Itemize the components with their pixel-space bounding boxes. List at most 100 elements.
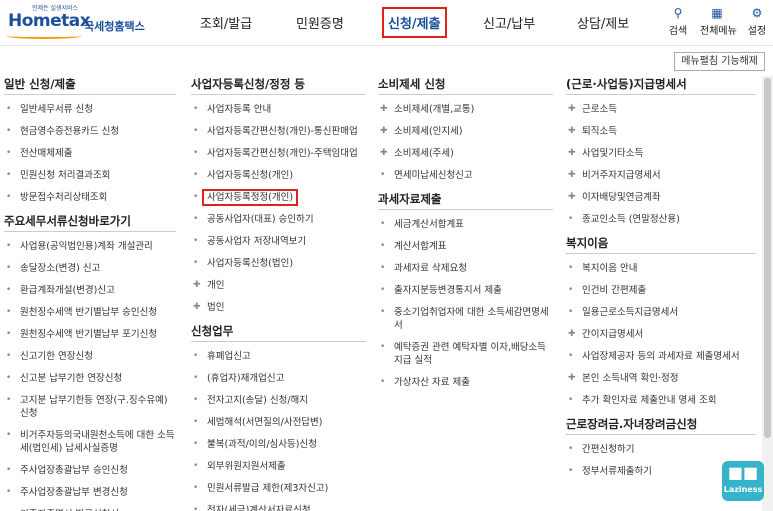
menu-item[interactable]: • 휴폐업신고	[191, 350, 366, 363]
menu-item[interactable]: • 복지이음 안내	[566, 262, 756, 275]
expand-plus-icon: ✚	[568, 126, 576, 136]
menu-item-label: 주사업장총괄납부 변경신청	[20, 487, 128, 498]
menu-item[interactable]: • 민원서류발급 제한(제3자신고)	[191, 482, 366, 495]
menu-item[interactable]: • 환급계좌개설(변경)신고	[4, 284, 176, 297]
menu-item-label: (휴업자)재개업신고	[207, 373, 285, 384]
menu-item[interactable]: ✚ 본인 소득내역 확인·정정	[566, 372, 756, 385]
nav-report-payment[interactable]: 신고/납부	[483, 13, 535, 32]
bullet-dot-icon: •	[6, 192, 12, 202]
menu-item[interactable]: • 공동사업자 저장내역보기	[191, 235, 366, 248]
menu-item-label: 신고기한 연장신청	[20, 351, 93, 362]
menu-item-label: 중소기업취업자에 대한 소득세감면명세서	[394, 307, 549, 331]
nav-civil-certificate[interactable]: 민원증명	[296, 13, 344, 32]
laziness-widget-button[interactable]: ■■ Laziness	[722, 461, 764, 501]
menu-item[interactable]: • 비거주자등의국내원천소득에 대한 소득세(법인세) 납세사실증명	[4, 429, 176, 455]
menu-item[interactable]: • 일용근로소득지급명세서	[566, 306, 756, 319]
bullet-dot-icon: •	[193, 439, 199, 449]
section-title: 일반 신청/제출	[4, 76, 176, 95]
menu-item[interactable]: • 사업자등록신청(개인)	[191, 169, 366, 182]
bullet-dot-icon: •	[380, 285, 386, 295]
menu-item[interactable]: ✚ 이자배당및연금계좌	[566, 191, 756, 204]
menu-item[interactable]: • 외부위원지원서제출	[191, 460, 366, 473]
menu-item[interactable]: ✚ 소비제세(인지세)	[378, 125, 553, 138]
menu-item[interactable]: • 종교인소득 (연말정산용)	[566, 213, 756, 226]
all-menu-button[interactable]: ▦ 전체메뉴	[700, 6, 737, 37]
menu-item[interactable]: • 민원신청 처리결과조회	[4, 169, 176, 182]
menu-item[interactable]: • 사업자등록간편신청(개인)-통신판매업	[191, 125, 366, 138]
menu-item-label: 가상자산 자료 제출	[394, 377, 470, 388]
bullet-dot-icon: •	[6, 329, 12, 339]
menu-item[interactable]: • 면세미납세신청신고	[378, 169, 553, 182]
menu-item[interactable]: • 방문접수처리상태조회	[4, 191, 176, 204]
menu-item[interactable]: • 일반세무서류 신청	[4, 103, 176, 116]
menu-item[interactable]: ✚ 소비제세(주세)	[378, 147, 553, 160]
menu-item[interactable]: • (휴업자)재개업신고	[191, 372, 366, 385]
menu-item[interactable]: ✚ 퇴직소득	[566, 125, 756, 138]
menu-item[interactable]: • 사업자등록신청(법인)	[191, 257, 366, 270]
menu-item[interactable]: • 송달장소(변경) 신고	[4, 262, 176, 275]
bullet-dot-icon: •	[6, 170, 12, 180]
menu-item-label: 사업및기타소득	[582, 148, 644, 159]
menu-item[interactable]: ✚ 근로소득	[566, 103, 756, 116]
settings-button[interactable]: ⚙ 설정	[742, 6, 772, 37]
menu-item[interactable]: • 전산매체제출	[4, 147, 176, 160]
menu-item[interactable]: • 세금계산서합계표	[378, 218, 553, 231]
menu-item[interactable]: • 공동사업자(대표) 승인하기	[191, 213, 366, 226]
bullet-dot-icon: •	[193, 258, 199, 268]
menu-item[interactable]: • 사업장제공자 등의 과세자료 제출명세서	[566, 350, 756, 363]
menu-item[interactable]: • 전자고지(송달) 신청/해지	[191, 394, 366, 407]
menu-item[interactable]: • 간편신청하기	[566, 443, 756, 456]
menu-item[interactable]: • 사업자등록간편신청(개인)-주택임대업	[191, 147, 366, 160]
menu-item[interactable]: • 전자(세금)계산서자료신청	[191, 504, 366, 511]
nav-application-submission[interactable]: 신청/제출	[382, 7, 447, 38]
menu-item[interactable]: • 현금영수증전용카드 신청	[4, 125, 176, 138]
menu-expand-toggle-button[interactable]: 메뉴펼침 기능해제	[674, 52, 765, 71]
menu-item[interactable]: ✚ 비거주자지급명세서	[566, 169, 756, 182]
menu-item-highlighted[interactable]: • 사업자등록정정(개인)	[191, 189, 366, 206]
menu-item[interactable]: • 세법해석(서면질의/사전답변)	[191, 416, 366, 429]
menu-item[interactable]: • 주사업장총괄납부 변경신청	[4, 486, 176, 499]
column-consumption-tax: 소비제세 신청 ✚ 소비제세(개별,교통) ✚ 소비제세(인지세) ✚ 소비제세(주세) •…	[378, 76, 553, 398]
search-icon: ⚲	[673, 6, 683, 20]
menu-item-label: 방문접수처리상태조회	[20, 192, 108, 203]
menu-item[interactable]: ✚ 사업및기타소득	[566, 147, 756, 160]
menu-item[interactable]: • 사업자등록 안내	[191, 103, 366, 116]
menu-item[interactable]: • 주사업장총괄납부 승인신청	[4, 464, 176, 477]
menu-item[interactable]: • 불복(과적/이의/심사등)신청	[191, 438, 366, 451]
bullet-dot-icon: •	[6, 307, 12, 317]
menu-item-label: 예탁증권 관련 예탁자별 이자,배당소득지급 실적	[394, 342, 546, 366]
bullet-dot-icon: •	[193, 214, 199, 224]
search-button[interactable]: ⚲ 검색	[661, 6, 695, 37]
menu-item[interactable]: • 인건비 간편제출	[566, 284, 756, 297]
menu-item[interactable]: ✚ 소비제세(개별,교통)	[378, 103, 553, 116]
menu-item[interactable]: • 원천징수세액 반기별납부 승인신청	[4, 306, 176, 319]
scrollbar-thumb[interactable]	[764, 78, 771, 438]
menu-item[interactable]: • 신고분 납부기한 연장신청	[4, 372, 176, 385]
bullet-dot-icon: •	[6, 351, 12, 361]
menu-item[interactable]: • 원천징수세액 반기별납부 포기신청	[4, 328, 176, 341]
logo-subtitle: 국세청홈택스	[84, 20, 145, 33]
menu-item[interactable]: • 신고기한 연장신청	[4, 350, 176, 363]
menu-item[interactable]: • 중소기업취업자에 대한 소득세감면명세서	[378, 306, 553, 332]
menu-item[interactable]: • 사업용(공익법인용)계좌 개설관리	[4, 240, 176, 253]
menu-item-label: 원천징수세액 반기별납부 포기신청	[20, 329, 158, 340]
menu-item-label: 근로소득	[582, 104, 617, 115]
menu-item[interactable]: ✚ 법인	[191, 301, 366, 314]
nav-lookup-issue[interactable]: 조회/발급	[200, 13, 252, 32]
menu-item[interactable]: • 추가 확인자료 제출안내 명세 조회	[566, 394, 756, 407]
menu-item[interactable]: • 예탁증권 관련 예탁자별 이자,배당소득지급 실적	[378, 341, 553, 367]
menu-item-label: 외부위원지원서제출	[207, 461, 286, 472]
menu-item[interactable]: • 계산서합계표	[378, 240, 553, 253]
nav-consult-report[interactable]: 상담/제보	[577, 13, 629, 32]
menu-item-label: 전자(세금)계산서자료신청	[207, 505, 311, 511]
hometax-logo[interactable]: 언제든 실생서비스 Hometax 국세청홈택스	[4, 3, 154, 41]
expand-plus-icon: ✚	[568, 104, 576, 114]
menu-item[interactable]: ✚ 개인	[191, 279, 366, 292]
menu-item[interactable]: ✚ 간이지급명세서	[566, 328, 756, 341]
menu-item[interactable]: • 과세자료 삭제요청	[378, 262, 553, 275]
menu-item-label: 고지분 납부기한등 연장(구.징수유예)신청	[20, 395, 168, 419]
menu-item[interactable]: • 가상자산 자료 제출	[378, 376, 553, 389]
gear-icon: ⚙	[751, 6, 763, 20]
menu-item[interactable]: • 출자지분등변경통지서 제출	[378, 284, 553, 297]
menu-item[interactable]: • 고지분 납부기한등 연장(구.징수유예)신청	[4, 394, 176, 420]
